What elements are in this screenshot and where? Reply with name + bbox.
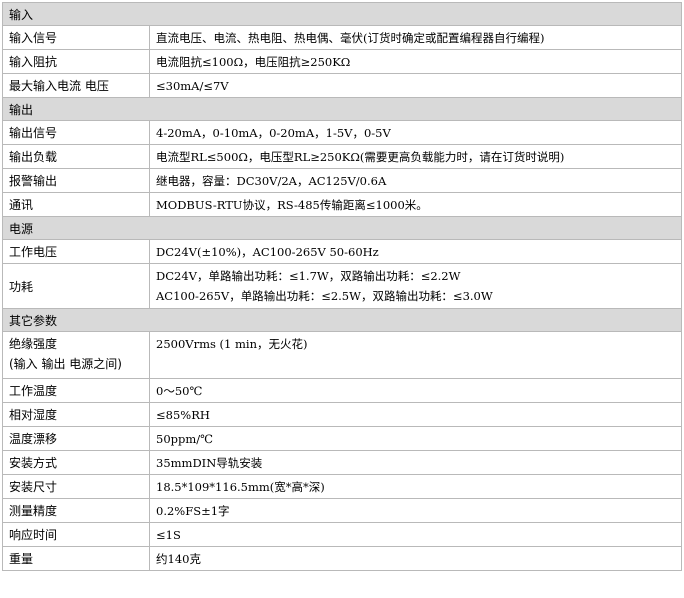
table-row: 测量精度 0.2%FS±1字 bbox=[2, 498, 683, 523]
row-value: ≤85%RH bbox=[148, 402, 683, 427]
row-label: 工作电压 bbox=[2, 239, 150, 264]
spec-table: 输入 输入信号 直流电压、电流、热电阻、热电偶、毫伏(订货时确定或配置编程器自行… bbox=[1, 2, 683, 571]
row-value: 50ppm/℃ bbox=[148, 426, 683, 451]
row-label-line: 绝缘强度 bbox=[9, 337, 58, 351]
row-label: 绝缘强度 (输入 输出 电源之间) bbox=[2, 331, 150, 379]
row-value: ≤1S bbox=[148, 522, 683, 547]
row-label: 功耗 bbox=[2, 263, 150, 309]
section-title: 输入 bbox=[1, 2, 683, 26]
table-row: 响应时间 ≤1S bbox=[2, 522, 683, 547]
row-label: 响应时间 bbox=[2, 522, 150, 547]
row-value: 电流阻抗≤100Ω，电压阻抗≥250KΩ bbox=[148, 49, 683, 74]
table-row: 温度漂移 50ppm/℃ bbox=[2, 426, 683, 451]
table-row: 输出负载 电流型RL≤500Ω，电压型RL≥250KΩ(需要更高负载能力时，请在… bbox=[2, 144, 683, 169]
section-title: 其它参数 bbox=[1, 308, 683, 332]
table-row: 输入阻抗 电流阻抗≤100Ω，电压阻抗≥250KΩ bbox=[2, 49, 683, 74]
table-row: 相对湿度 ≤85%RH bbox=[2, 402, 683, 427]
row-label: 安装方式 bbox=[2, 450, 150, 475]
section-header: 电源 bbox=[1, 216, 683, 240]
row-label: 通讯 bbox=[2, 192, 150, 217]
table-row: 输入信号 直流电压、电流、热电阻、热电偶、毫伏(订货时确定或配置编程器自行编程) bbox=[2, 25, 683, 50]
row-value: 电流型RL≤500Ω，电压型RL≥250KΩ(需要更高负载能力时，请在订货时说明… bbox=[148, 144, 683, 169]
section-header: 输入 bbox=[1, 2, 683, 26]
row-label: 相对湿度 bbox=[2, 402, 150, 427]
row-label-line: (输入 输出 电源之间) bbox=[9, 357, 122, 371]
table-row: 功耗 DC24V，单路输出功耗：≤1.7W，双路输出功耗：≤2.2W AC100… bbox=[2, 263, 683, 309]
row-label: 温度漂移 bbox=[2, 426, 150, 451]
row-label: 输入信号 bbox=[2, 25, 150, 50]
row-value: 18.5*109*116.5mm(宽*高*深) bbox=[148, 474, 683, 499]
table-row: 最大输入电流 电压 ≤30mA/≤7V bbox=[2, 73, 683, 98]
table-row: 安装方式 35mmDIN导轨安装 bbox=[2, 450, 683, 475]
section-title: 输出 bbox=[1, 97, 683, 121]
row-value: 0.2%FS±1字 bbox=[148, 498, 683, 523]
row-label: 输入阻抗 bbox=[2, 49, 150, 74]
row-value-line: 2500Vrms (1 min，无火花) bbox=[156, 337, 308, 351]
row-label: 报警输出 bbox=[2, 168, 150, 193]
row-value: 4-20mA，0-10mA，0-20mA，1-5V，0-5V bbox=[148, 120, 683, 145]
row-value: MODBUS-RTU协议，RS-485传输距离≤1000米。 bbox=[148, 192, 683, 217]
row-value: DC24V(±10%)，AC100-265V 50-60Hz bbox=[148, 239, 683, 264]
row-value: 2500Vrms (1 min，无火花) bbox=[148, 331, 683, 379]
row-value: ≤30mA/≤7V bbox=[148, 73, 683, 98]
table-row: 工作电压 DC24V(±10%)，AC100-265V 50-60Hz bbox=[2, 239, 683, 264]
row-value: 35mmDIN导轨安装 bbox=[148, 450, 683, 475]
section-title: 电源 bbox=[1, 216, 683, 240]
row-label: 重量 bbox=[2, 546, 150, 571]
row-label: 安装尺寸 bbox=[2, 474, 150, 499]
row-value: 约140克 bbox=[148, 546, 683, 571]
row-value: 继电器，容量：DC30V/2A，AC125V/0.6A bbox=[148, 168, 683, 193]
row-value-line: AC100-265V，单路输出功耗：≤2.5W，双路输出功耗：≤3.0W bbox=[156, 289, 493, 303]
table-row: 绝缘强度 (输入 输出 电源之间) 2500Vrms (1 min，无火花) bbox=[2, 331, 683, 379]
row-value: DC24V，单路输出功耗：≤1.7W，双路输出功耗：≤2.2W AC100-26… bbox=[148, 263, 683, 309]
table-row: 重量 约140克 bbox=[2, 546, 683, 571]
row-label: 工作温度 bbox=[2, 378, 150, 403]
table-row: 工作温度 0～50℃ bbox=[2, 378, 683, 403]
row-label: 输出负载 bbox=[2, 144, 150, 169]
table-row: 输出信号 4-20mA，0-10mA，0-20mA，1-5V，0-5V bbox=[2, 120, 683, 145]
table-row: 安装尺寸 18.5*109*116.5mm(宽*高*深) bbox=[2, 474, 683, 499]
row-label: 最大输入电流 电压 bbox=[2, 73, 150, 98]
table-row: 通讯 MODBUS-RTU协议，RS-485传输距离≤1000米。 bbox=[2, 192, 683, 217]
row-value: 0～50℃ bbox=[148, 378, 683, 403]
row-value: 直流电压、电流、热电阻、热电偶、毫伏(订货时确定或配置编程器自行编程) bbox=[148, 25, 683, 50]
section-header: 输出 bbox=[1, 97, 683, 121]
row-label: 测量精度 bbox=[2, 498, 150, 523]
row-label: 输出信号 bbox=[2, 120, 150, 145]
section-header: 其它参数 bbox=[1, 308, 683, 332]
row-value-line: DC24V，单路输出功耗：≤1.7W，双路输出功耗：≤2.2W bbox=[156, 269, 461, 283]
table-row: 报警输出 继电器，容量：DC30V/2A，AC125V/0.6A bbox=[2, 168, 683, 193]
